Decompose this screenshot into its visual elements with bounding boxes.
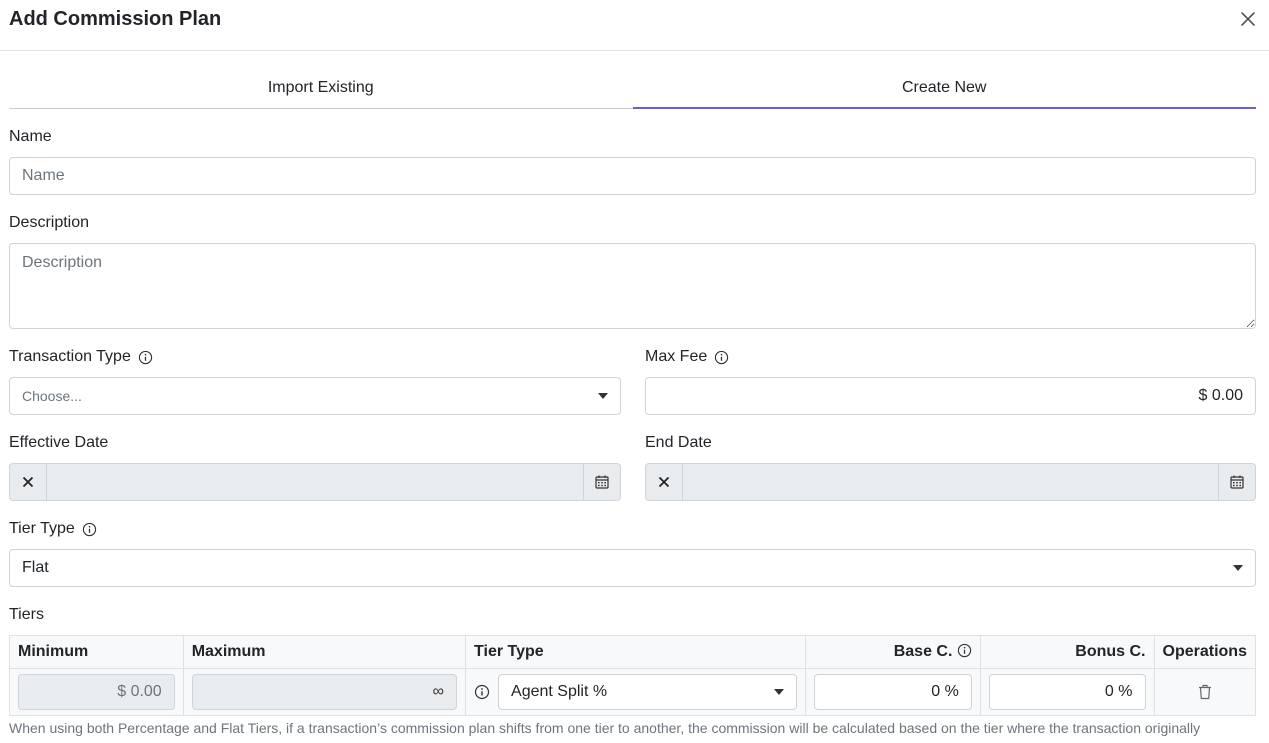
- info-icon[interactable]: [474, 684, 490, 700]
- minimum-cell: $ 0.00: [9, 668, 184, 716]
- column-header-base-text: Base C.: [893, 643, 953, 660]
- name-label: Name: [9, 128, 52, 145]
- tier-type-select[interactable]: Flat: [9, 549, 1256, 587]
- effective-date-calendar-button[interactable]: [583, 464, 620, 500]
- tier-type-label: Tier Type: [9, 520, 97, 538]
- info-icon[interactable]: [957, 643, 972, 658]
- max-fee-input[interactable]: $ 0.00: [645, 377, 1256, 415]
- column-header-minimum: Minimum: [9, 635, 184, 669]
- transaction-type-value: Choose...: [22, 388, 82, 404]
- maximum-cell: ∞: [182, 668, 467, 716]
- calendar-icon: [1230, 475, 1244, 489]
- table-row: $ 0.00 ∞ Agent Split % 0 % 0 %: [9, 668, 1256, 716]
- tab-create-new[interactable]: Create New: [632, 70, 1257, 109]
- operations-cell: [1153, 668, 1256, 716]
- effective-date-clear-button[interactable]: [10, 464, 47, 500]
- transaction-type-label: Transaction Type: [9, 348, 153, 366]
- modal-title: Add Commission Plan: [9, 8, 222, 30]
- caret-down-icon: [1233, 565, 1243, 571]
- effective-date-label: Effective Date: [9, 434, 109, 451]
- close-button[interactable]: [1236, 7, 1260, 31]
- tier-type-label-text: Tier Type: [9, 520, 75, 537]
- maximum-input: ∞: [191, 674, 458, 710]
- transaction-type-select[interactable]: Choose...: [9, 377, 621, 415]
- max-fee-label-text: Max Fee: [645, 348, 708, 365]
- tiers-label: Tiers: [9, 606, 44, 623]
- info-icon[interactable]: [82, 522, 97, 537]
- tiers-footnote: When using both Percentage and Flat Tier…: [9, 720, 1201, 736]
- caret-down-icon: [598, 393, 608, 399]
- description-label: Description: [9, 214, 90, 231]
- minimum-input: $ 0.00: [18, 674, 175, 710]
- modal-header: Add Commission Plan: [0, 0, 1269, 51]
- name-input[interactable]: [9, 157, 1256, 195]
- tier-type-cell: Agent Split %: [465, 668, 807, 716]
- description-textarea[interactable]: [9, 243, 1256, 329]
- bonus-cell: 0 %: [979, 668, 1155, 716]
- base-commission-input[interactable]: 0 %: [814, 674, 972, 710]
- tiers-header-row: Minimum Maximum Tier Type Base C. Bonus …: [9, 635, 1256, 669]
- clear-icon: [658, 476, 670, 488]
- transaction-type-label-text: Transaction Type: [9, 348, 131, 365]
- tab-bar: Import Existing Create New: [9, 70, 1256, 109]
- end-date-input[interactable]: [683, 464, 1218, 500]
- clear-icon: [22, 476, 34, 488]
- bonus-commission-input[interactable]: 0 %: [988, 674, 1146, 710]
- column-header-maximum: Maximum: [182, 635, 467, 669]
- end-date-label: End Date: [645, 434, 712, 451]
- tab-import-existing[interactable]: Import Existing: [9, 70, 633, 108]
- tiers-table: Minimum Maximum Tier Type Base C. Bonus …: [9, 635, 1256, 716]
- end-date-picker: [645, 463, 1256, 501]
- base-cell: 0 %: [805, 668, 981, 716]
- tier-type-value: Flat: [22, 559, 49, 576]
- trash-icon: [1198, 684, 1211, 700]
- calendar-icon: [595, 475, 609, 489]
- effective-date-picker: [9, 463, 621, 501]
- end-date-clear-button[interactable]: [646, 464, 683, 500]
- caret-down-icon: [774, 689, 785, 695]
- column-header-tier-type: Tier Type: [465, 635, 807, 669]
- end-date-calendar-button[interactable]: [1218, 464, 1255, 500]
- column-header-bonus: Bonus C.: [979, 635, 1155, 669]
- row-tier-type-value: Agent Split %: [511, 683, 608, 700]
- close-icon: [1241, 12, 1255, 26]
- column-header-base: Base C.: [805, 635, 981, 669]
- info-icon[interactable]: [138, 350, 153, 365]
- row-tier-type-select[interactable]: Agent Split %: [498, 674, 798, 710]
- delete-tier-button[interactable]: [1163, 684, 1248, 700]
- column-header-operations: Operations: [1153, 635, 1256, 669]
- effective-date-input[interactable]: [47, 464, 583, 500]
- info-icon[interactable]: [714, 350, 729, 365]
- max-fee-label: Max Fee: [645, 348, 729, 366]
